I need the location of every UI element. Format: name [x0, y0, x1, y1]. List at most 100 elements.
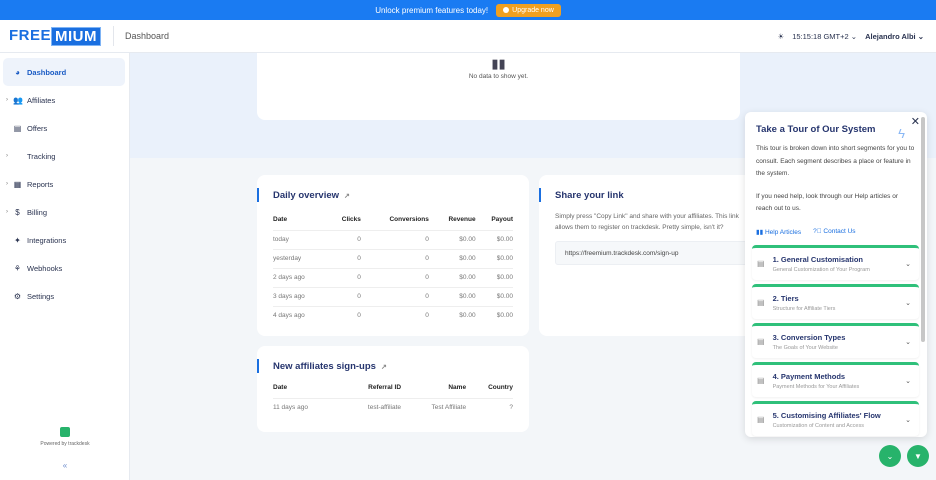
- time-text: 15:15:18 GMT+2: [792, 31, 849, 41]
- breadcrumb: Dashboard: [125, 31, 170, 41]
- document-icon: ▤: [757, 376, 765, 385]
- sidebar-item-settings[interactable]: ⚙ Settings: [3, 282, 125, 310]
- user-menu[interactable]: Alejandro Albi ⌄: [865, 32, 924, 41]
- user-name: Alejandro Albi: [865, 31, 916, 41]
- table-cell: ?: [509, 404, 513, 412]
- tour-segment[interactable]: ▤ 3. Conversion Types The Goals of Your We…: [752, 322, 919, 358]
- sidebar-item-billing[interactable]: › $ Billing: [3, 198, 125, 226]
- sun-icon[interactable]: ☀: [777, 32, 784, 41]
- logo-text-b: MIUM: [51, 26, 102, 46]
- column-header: Payout: [475, 210, 513, 231]
- table-cell: 0: [357, 312, 361, 320]
- logo-text-a: FREE: [9, 26, 52, 44]
- help-label: Help Articles: [764, 228, 802, 236]
- trackdesk-help-button[interactable]: ▼: [907, 445, 929, 467]
- table-row: 11 days ago test-affiliate Test Affiliate?: [273, 398, 513, 417]
- sidebar-item-label: Settings: [27, 291, 55, 301]
- tour-panel: ✕ ϟ Take a Tour of Our System This tour …: [745, 112, 927, 437]
- chart-card: ▮▮ No data to show yet.: [257, 53, 740, 120]
- chevron-right-icon: ›: [6, 97, 8, 103]
- document-icon: ▤: [757, 298, 765, 307]
- dollar-icon: $: [15, 207, 20, 217]
- sidebar-item-label: Integrations: [27, 235, 67, 245]
- sidebar-item-integrations[interactable]: ✦ Integrations: [3, 226, 125, 254]
- table-row: today 0 0 $0.00 $0.00: [273, 230, 513, 250]
- table-cell: $0.00: [428, 287, 476, 307]
- sidebar-item-dashboard[interactable]: ◕ Dashboard: [3, 58, 125, 86]
- table-cell: 0: [360, 249, 429, 269]
- close-icon[interactable]: ✕: [911, 115, 920, 128]
- segment-title: 3. Conversion Types: [772, 332, 846, 342]
- table-row: 3 days ago 0 0 $0.00 $0.00: [273, 287, 513, 307]
- table-cell: 0: [327, 287, 361, 307]
- column-header: Conversions: [360, 210, 429, 231]
- powered-by: Powered by trackdesk: [0, 427, 130, 447]
- gear-icon: ⚙: [13, 291, 22, 301]
- table-cell: $0.00: [428, 230, 476, 250]
- table-cell: test-affiliate: [367, 404, 402, 412]
- sidebar-item-webhooks[interactable]: ⚘ Webhooks: [3, 254, 125, 282]
- tour-intro: This tour is broken down into short segm…: [756, 145, 915, 177]
- sidebar-item-offers[interactable]: ▤ Offers: [3, 114, 125, 142]
- segment-subtitle: Payment Methods for Your Affiliates: [772, 383, 860, 390]
- sidebar: ◕ Dashboard › 👥 Affiliates ▤ Offers › Tracking › ▦…: [0, 53, 130, 480]
- chevron-down-button[interactable]: ⌄: [879, 445, 901, 467]
- sidebar-item-tracking[interactable]: › Tracking: [3, 142, 125, 170]
- signups-card: New affiliates sign-ups ↗ Date Referral ID…: [257, 346, 529, 432]
- sidebar-item-affiliates[interactable]: › 👥 Affiliates: [3, 86, 125, 114]
- card-title: Share your link: [555, 190, 624, 201]
- sidebar-item-label: Offers: [27, 123, 48, 133]
- sidebar-item-reports[interactable]: › ▦ Reports: [3, 170, 125, 198]
- segment-title: 4. Payment Methods: [772, 371, 846, 381]
- chevron-down-icon: ⌄: [905, 338, 911, 346]
- promo-text: Unlock premium features today!: [375, 5, 489, 15]
- table-cell: 0: [360, 230, 429, 250]
- table-cell: 0: [327, 230, 361, 250]
- chevron-right-icon: ›: [6, 209, 8, 215]
- document-icon: ▤: [757, 337, 765, 346]
- help-articles-link[interactable]: ▮▮ Help Articles: [756, 228, 801, 236]
- external-link-icon[interactable]: ↗: [381, 363, 387, 371]
- table-cell: $0.00: [428, 268, 476, 288]
- collapse-sidebar-icon[interactable]: «: [0, 461, 130, 470]
- tour-segment[interactable]: ▤ 5. Customising Affiliates' Flow Customiz…: [752, 400, 919, 436]
- tour-scrollbar[interactable]: [921, 117, 925, 342]
- table-cell: $0.00: [475, 230, 513, 250]
- time-dropdown[interactable]: 15:15:18 GMT+2 ⌄: [792, 32, 857, 41]
- tour-segment[interactable]: ▤ 2. Tiers Structure for Affiliate Tiers ⌄: [752, 283, 919, 319]
- column-header: Name: [401, 378, 467, 399]
- contact-us-link[interactable]: ?⃝ Contact Us: [813, 228, 855, 236]
- report-icon: ▦: [13, 179, 22, 189]
- divider: [113, 26, 115, 46]
- sidebar-item-label: Billing: [27, 207, 48, 217]
- table-cell: 11 days ago: [273, 404, 308, 412]
- pie-chart-icon: ◕: [15, 67, 20, 77]
- chevron-down-icon: ⌄: [905, 416, 911, 424]
- segment-title: 5. Customising Affiliates' Flow: [772, 410, 881, 420]
- sidebar-item-label: Tracking: [27, 151, 56, 161]
- daily-overview-card: Daily overview ↗ Date Clicks Conversions Rev…: [257, 175, 529, 336]
- powered-text: Powered by trackdesk: [40, 441, 90, 447]
- upgrade-button[interactable]: Upgrade now: [496, 3, 561, 17]
- tour-segment[interactable]: ▤ 4. Payment Methods Payment Methods for Y…: [752, 361, 919, 397]
- sidebar-item-label: Affiliates: [27, 95, 56, 105]
- external-link-icon[interactable]: ↗: [344, 192, 350, 200]
- segment-title: 1. General Customisation: [772, 254, 864, 264]
- column-header: Revenue: [428, 210, 476, 231]
- table-cell: $0.00: [459, 312, 476, 320]
- table-cell: 3 days ago: [273, 287, 328, 307]
- segment-subtitle: The Goals of Your Website: [772, 344, 838, 351]
- table-cell: 0: [327, 268, 361, 288]
- logo[interactable]: FREE MIUM: [9, 26, 102, 46]
- tour-segment[interactable]: ▤ 1. General Customisation General Customi…: [752, 244, 919, 280]
- document-icon: ▤: [757, 259, 765, 268]
- table-cell: $0.00: [475, 287, 513, 307]
- upgrade-icon: [503, 7, 510, 13]
- card-title: New affiliates sign-ups: [273, 361, 376, 372]
- daily-table: Date Clicks Conversions Revenue Payout today 0…: [273, 210, 513, 325]
- column-header: Country: [466, 378, 513, 399]
- table-cell: yesterday: [273, 249, 328, 269]
- card-title: Daily overview: [273, 190, 340, 201]
- bar-chart-icon: ▮▮: [491, 56, 506, 71]
- table-cell: 4 days ago: [273, 312, 305, 320]
